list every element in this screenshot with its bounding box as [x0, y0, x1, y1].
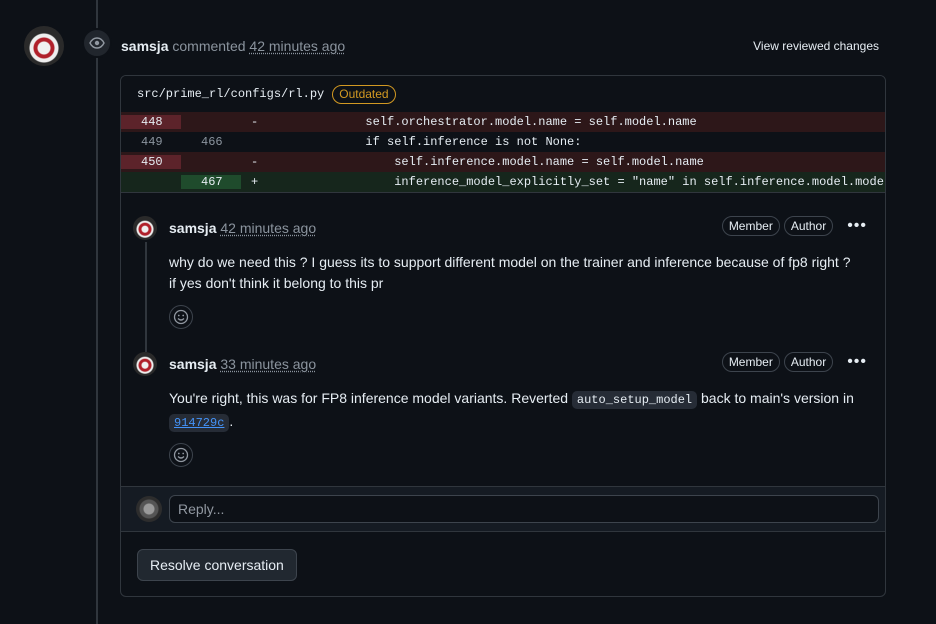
- comment-body: why do we need this ? I guess its to sup…: [169, 254, 851, 291]
- comment-avatar[interactable]: [133, 216, 157, 240]
- current-user-avatar: [136, 496, 162, 522]
- old-line-number: 449: [141, 135, 163, 149]
- member-badge: Member: [721, 352, 780, 372]
- view-reviewed-changes-button[interactable]: View reviewed changes: [753, 39, 879, 53]
- event-time[interactable]: 42 minutes ago: [249, 38, 345, 54]
- comment-author[interactable]: samsja: [169, 356, 216, 372]
- kebab-horizontal-icon[interactable]: •••: [847, 217, 867, 235]
- comment-text: You're right, this was for FP8 inference…: [169, 390, 572, 406]
- event-action: commented: [172, 38, 246, 54]
- diff-hunk: 448 - self.orchestrator.model.name = sel…: [121, 112, 885, 193]
- diff-marker: -: [251, 115, 259, 129]
- diff-marker: -: [251, 155, 259, 169]
- comment-text: back to main's version in: [697, 390, 854, 406]
- diff-code: self.inference.model.name = self.model.n…: [279, 155, 704, 169]
- diff-code: self.orchestrator.model.name = self.mode…: [279, 115, 697, 129]
- add-reaction-button[interactable]: [169, 443, 193, 467]
- comment-badges: Member Author •••: [721, 216, 867, 236]
- event-header: samsja commented 42 minutes ago: [121, 38, 345, 54]
- timeline-line: [96, 0, 98, 624]
- old-line-number: 448: [121, 115, 181, 129]
- comment-time[interactable]: 33 minutes ago: [220, 356, 316, 372]
- comment-text: .: [229, 413, 234, 429]
- diff-row: 450 - self.inference.model.name = self.m…: [121, 152, 885, 172]
- old-line-number: 450: [121, 155, 181, 169]
- author-badge: Author: [783, 216, 834, 236]
- add-reaction-button[interactable]: [169, 305, 193, 329]
- comment-avatar[interactable]: [133, 352, 157, 376]
- eye-icon: [82, 28, 112, 58]
- diff-row: 449 466 if self.inference is not None:: [121, 132, 885, 152]
- kebab-horizontal-icon[interactable]: •••: [847, 353, 867, 371]
- comment-author[interactable]: samsja: [169, 220, 216, 236]
- diff-row: 467 + inference_model_explicitly_set = "…: [121, 172, 885, 192]
- file-header: src/prime_rl/configs/rl.py Outdated: [121, 76, 885, 112]
- new-line-number: 467: [181, 175, 241, 189]
- comment-header: samsja 33 minutes ago: [169, 356, 316, 372]
- diff-marker: +: [251, 175, 259, 189]
- smiley-icon: [173, 309, 189, 325]
- file-path[interactable]: src/prime_rl/configs/rl.py: [137, 87, 324, 101]
- comment-body: You're right, this was for FP8 inference…: [169, 388, 859, 434]
- diff-code: if self.inference is not None:: [279, 135, 582, 149]
- author-avatar[interactable]: [24, 26, 64, 66]
- reply-bar: [121, 486, 885, 532]
- comment-header: samsja 42 minutes ago: [169, 220, 316, 236]
- comment-badges: Member Author •••: [721, 352, 867, 372]
- new-line-number: 466: [201, 135, 223, 149]
- member-badge: Member: [721, 216, 780, 236]
- outdated-badge: Outdated: [332, 84, 396, 104]
- resolve-conversation-button[interactable]: Resolve conversation: [137, 549, 297, 581]
- diff-code: inference_model_explicitly_set = "name" …: [394, 175, 885, 189]
- event-author[interactable]: samsja: [121, 38, 168, 54]
- thread-connector: [145, 242, 147, 352]
- comment-time[interactable]: 42 minutes ago: [220, 220, 316, 236]
- smiley-icon: [173, 447, 189, 463]
- author-badge: Author: [783, 352, 834, 372]
- diff-row: 448 - self.orchestrator.model.name = sel…: [121, 112, 885, 132]
- commit-link[interactable]: 914729c: [169, 414, 230, 432]
- inline-code: auto_setup_model: [571, 391, 698, 409]
- reply-input[interactable]: [169, 495, 879, 523]
- review-thread: src/prime_rl/configs/rl.py Outdated 448 …: [120, 75, 886, 597]
